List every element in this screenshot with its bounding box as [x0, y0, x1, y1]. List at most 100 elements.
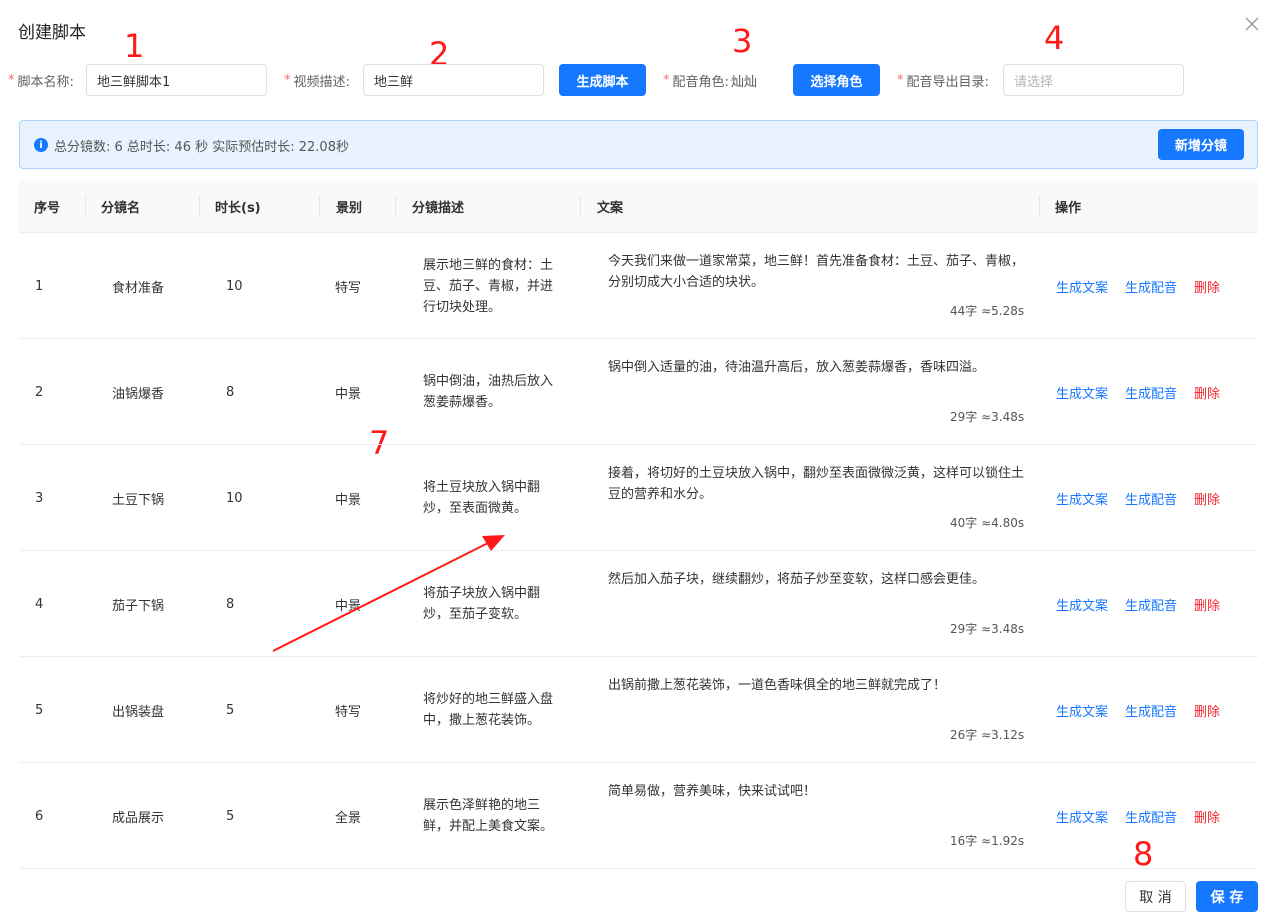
table-row: 2 油锅爆香 8 中景 锅中倒油，油热后放入葱姜蒜爆香。 锅中倒入适量的油，待油温升高后，… — [19, 339, 1258, 445]
col-separator — [85, 196, 86, 216]
voice-role-value: 灿灿 — [730, 74, 757, 90]
generate-script-link[interactable]: 生成文案 — [1056, 489, 1108, 508]
col-separator — [319, 196, 320, 216]
annotation-1: 1 — [124, 27, 145, 65]
row-description: 将茄子块放入锅中翻炒，至茄子变软。 — [423, 586, 541, 622]
col-index: 序号 — [34, 201, 61, 216]
delete-link[interactable]: 删除 — [1194, 489, 1220, 508]
info-icon: i — [34, 138, 48, 152]
script-name-label: * 脚本名称: — [8, 72, 74, 90]
col-duration: 时长(s) — [215, 201, 261, 216]
shots-table: 序号 分镜名 时长(s) 景别 分镜描述 文案 操作 1 食材准备 10 特写 展示地三… — [19, 180, 1258, 869]
col-name: 分镜名 — [101, 201, 141, 216]
delete-link[interactable]: 删除 — [1194, 807, 1220, 826]
generate-script-button[interactable]: 生成脚本 — [559, 64, 646, 96]
generate-script-link[interactable]: 生成文案 — [1056, 595, 1108, 614]
generate-voice-link[interactable]: 生成配音 — [1125, 807, 1177, 826]
row-index: 4 — [35, 596, 44, 612]
row-shot-name: 成品展示 — [112, 810, 165, 826]
script-form: * 脚本名称: 地三鲜脚本1 * 视频描述: 地三鲜 生成脚本 * 配音角色: 灿灿 … — [0, 64, 1280, 96]
generate-script-link[interactable]: 生成文案 — [1056, 383, 1108, 402]
add-shot-button[interactable]: 新增分镜 — [1158, 129, 1244, 160]
video-desc-label: * 视频描述: — [284, 72, 350, 90]
table-row: 6 成品展示 5 全景 展示色泽鲜艳的地三鲜，并配上美食文案。 简单易做，营养美味，快来试… — [19, 763, 1258, 869]
row-duration: 10 — [226, 490, 243, 506]
row-index: 1 — [35, 278, 44, 294]
dialog-title: 创建脚本 — [18, 23, 86, 43]
row-shot-type: 中景 — [335, 386, 362, 402]
export-dir-select[interactable]: 请选择 — [1003, 64, 1184, 96]
video-desc-label-text: 视频描述: — [293, 74, 350, 90]
select-role-button[interactable]: 选择角色 — [793, 64, 880, 96]
row-description: 将土豆块放入锅中翻炒，至表面微黄。 — [423, 480, 541, 516]
cancel-button[interactable]: 取 消 — [1125, 881, 1186, 912]
table-header: 序号 分镜名 时长(s) 景别 分镜描述 文案 操作 — [19, 180, 1258, 233]
row-shot-name: 出锅装盘 — [112, 704, 165, 720]
save-button[interactable]: 保 存 — [1196, 881, 1258, 912]
delete-link[interactable]: 删除 — [1194, 277, 1220, 296]
row-shot-type: 特写 — [335, 280, 362, 296]
row-description: 展示色泽鲜艳的地三鲜，并配上美食文案。 — [423, 798, 554, 834]
row-duration: 10 — [226, 278, 243, 294]
col-actions: 操作 — [1055, 201, 1082, 216]
delete-link[interactable]: 删除 — [1194, 701, 1220, 720]
col-separator — [395, 196, 396, 216]
col-script: 文案 — [597, 201, 624, 216]
export-dir-label-text: 配音导出目录: — [906, 74, 989, 90]
row-char-count: 26字 ≈3.12s — [950, 728, 1025, 742]
table-row: 1 食材准备 10 特写 展示地三鲜的食材：土豆、茄子、青椒，并进行切块处理。 今天我们来… — [19, 233, 1258, 339]
annotation-4: 4 — [1044, 19, 1065, 57]
row-shot-name: 土豆下锅 — [112, 492, 165, 508]
generate-voice-link[interactable]: 生成配音 — [1125, 277, 1177, 296]
row-actions: 生成文案 生成配音 删除 — [1056, 339, 1220, 445]
row-shot-type: 全景 — [335, 810, 362, 826]
generate-voice-link[interactable]: 生成配音 — [1125, 383, 1177, 402]
row-actions: 生成文案 生成配音 删除 — [1056, 763, 1220, 869]
row-shot-type: 特写 — [335, 704, 362, 720]
row-duration: 5 — [226, 702, 235, 718]
col-separator — [580, 196, 581, 216]
row-actions: 生成文案 生成配音 删除 — [1056, 657, 1220, 763]
voice-role-label-text: 配音角色: — [672, 74, 729, 90]
col-separator — [1039, 196, 1040, 216]
row-char-count: 44字 ≈5.28s — [950, 304, 1025, 318]
row-actions: 生成文案 生成配音 删除 — [1056, 445, 1220, 551]
row-index: 5 — [35, 702, 44, 718]
row-actions: 生成文案 生成配音 删除 — [1056, 551, 1220, 657]
row-index: 6 — [35, 808, 44, 824]
row-shot-type: 中景 — [335, 598, 362, 614]
row-shot-name: 油锅爆香 — [112, 386, 165, 402]
col-shot-type: 景别 — [336, 201, 363, 216]
summary-bar: i 总分镜数: 6 总时长: 46 秒 实际预估时长: 22.08秒 新增分镜 — [19, 120, 1258, 169]
row-char-count: 29字 ≈3.48s — [950, 410, 1025, 424]
row-duration: 5 — [226, 808, 235, 824]
generate-script-link[interactable]: 生成文案 — [1056, 701, 1108, 720]
delete-link[interactable]: 删除 — [1194, 595, 1220, 614]
annotation-3: 3 — [732, 22, 753, 60]
table-row: 5 出锅装盘 5 特写 将炒好的地三鲜盛入盘中，撒上葱花装饰。 出锅前撒上葱花装饰，一道色… — [19, 657, 1258, 763]
table-row: 4 茄子下锅 8 中景 将茄子块放入锅中翻炒，至茄子变软。 然后加入茄子块，继续翻炒，将茄… — [19, 551, 1258, 657]
export-dir-label: * 配音导出目录: — [897, 72, 989, 90]
generate-voice-link[interactable]: 生成配音 — [1125, 595, 1177, 614]
row-shot-name: 食材准备 — [112, 280, 165, 296]
video-desc-input[interactable]: 地三鲜 — [363, 64, 544, 96]
row-shot-name: 茄子下锅 — [112, 598, 165, 614]
row-duration: 8 — [226, 384, 235, 400]
generate-script-link[interactable]: 生成文案 — [1056, 277, 1108, 296]
row-index: 2 — [35, 384, 44, 400]
generate-voice-link[interactable]: 生成配音 — [1125, 701, 1177, 720]
close-icon[interactable] — [1242, 14, 1262, 34]
generate-script-link[interactable]: 生成文案 — [1056, 807, 1108, 826]
row-char-count: 40字 ≈4.80s — [950, 516, 1025, 530]
row-index: 3 — [35, 490, 44, 506]
row-actions: 生成文案 生成配音 删除 — [1056, 233, 1220, 339]
row-description: 锅中倒油，油热后放入葱姜蒜爆香。 — [423, 374, 554, 410]
row-char-count: 29字 ≈3.48s — [950, 622, 1025, 636]
col-description: 分镜描述 — [412, 201, 465, 216]
row-shot-type: 中景 — [335, 492, 362, 508]
delete-link[interactable]: 删除 — [1194, 383, 1220, 402]
col-separator — [199, 196, 200, 216]
script-name-input[interactable]: 地三鲜脚本1 — [86, 64, 267, 96]
row-description: 将炒好的地三鲜盛入盘中，撒上葱花装饰。 — [423, 692, 554, 728]
generate-voice-link[interactable]: 生成配音 — [1125, 489, 1177, 508]
